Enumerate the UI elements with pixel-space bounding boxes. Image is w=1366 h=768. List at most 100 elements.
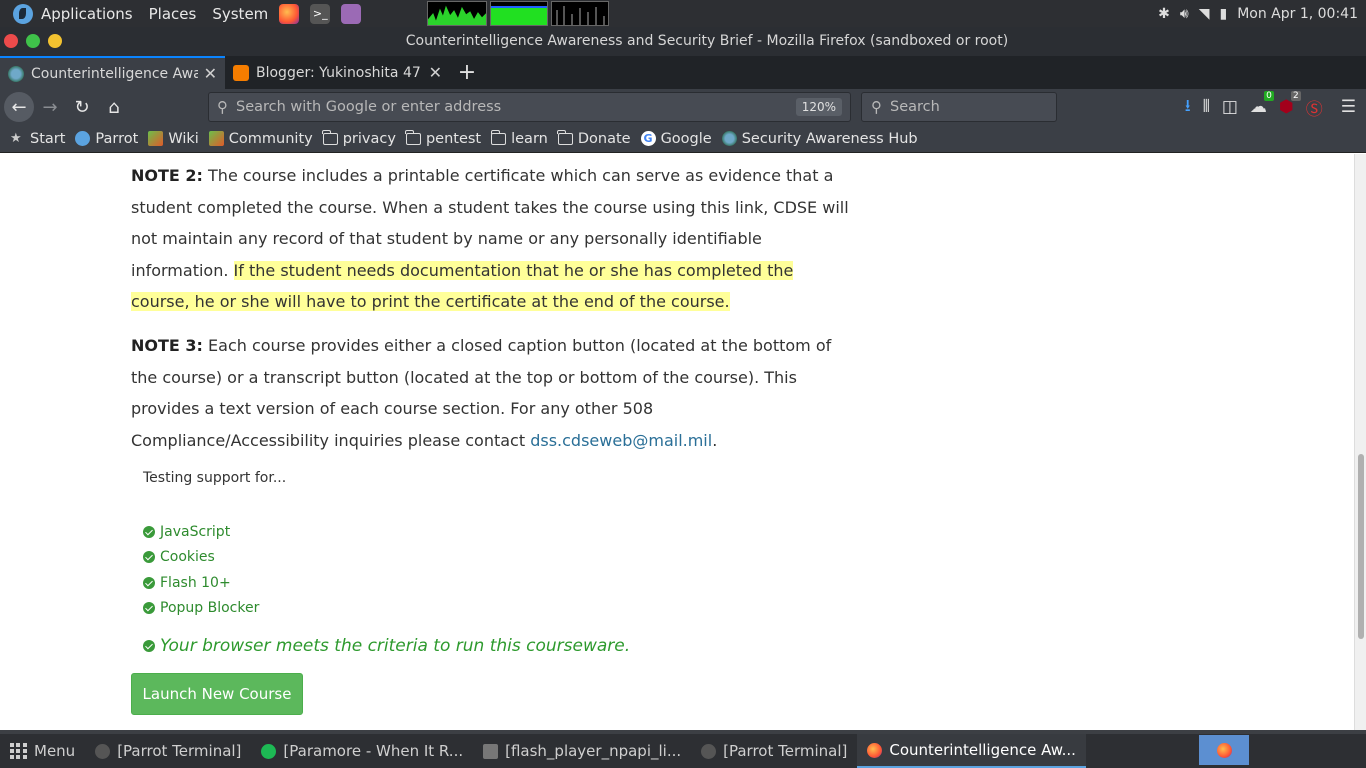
memory-graph-icon (490, 1, 548, 26)
menu-system[interactable]: System (212, 5, 268, 23)
menu-applications[interactable]: Applications (41, 5, 133, 23)
wiki-icon (148, 131, 164, 146)
check-item-flash: Flash 10+ (143, 570, 259, 596)
check-item-javascript: JavaScript (143, 519, 259, 545)
apps-grid-icon (10, 742, 27, 760)
close-tab-icon[interactable]: ✕ (429, 63, 442, 82)
bluetooth-icon[interactable]: ✱ (1158, 6, 1170, 22)
check-label: Flash 10+ (160, 574, 231, 591)
zoom-level[interactable]: 120% (795, 98, 842, 116)
https-everywhere-icon[interactable]: Ⓢ (1306, 95, 1323, 120)
clock[interactable]: Mon Apr 1, 00:41 (1237, 6, 1358, 22)
check-label: JavaScript (160, 523, 231, 540)
bookmark-label: Donate (577, 130, 631, 147)
email-link[interactable]: dss.cdseweb@mail.mil (530, 431, 712, 450)
firefox-launcher-icon[interactable] (279, 3, 300, 24)
star-icon: ★ (10, 131, 22, 146)
bookmarks-toolbar: ★ Start Parrot Wiki Community privacy pen… (0, 125, 1366, 153)
check-icon (143, 640, 155, 652)
task-spotify[interactable]: [Paramore - When It R... (251, 734, 473, 768)
bookmark-folder-pentest[interactable]: pentest (405, 129, 481, 147)
hamburger-menu-icon[interactable]: ☰ (1341, 97, 1356, 117)
check-icon (143, 576, 155, 589)
bookmark-label: Google (660, 130, 712, 147)
folder-icon (483, 743, 499, 759)
ublock-icon[interactable]: ⬢ 2 (1279, 91, 1301, 117)
note-3-label: NOTE 3: (131, 336, 203, 355)
task-label: [Parrot Terminal] (117, 742, 242, 760)
navigation-bar: ← → ↻ ⌂ ⚲ Search with Google or enter ad… (0, 89, 1366, 125)
top-panel: Applications Places System >_ ✱ 🔊︎ ◥ ▮ M… (0, 0, 1366, 27)
task-label: [Parrot Terminal] (723, 742, 848, 760)
testing-support-label: Testing support for... (143, 470, 287, 486)
tab-blogger[interactable]: Blogger: Yukinoshita 47 ✕ (225, 56, 450, 89)
check-icon (143, 525, 155, 538)
bookmark-label: Wiki (168, 130, 199, 147)
back-button[interactable]: ← (4, 92, 34, 122)
tab-label: Counterintelligence Awa (31, 65, 198, 82)
firefox-icon (1217, 743, 1232, 758)
task-firefox[interactable]: Counterintelligence Aw... (857, 734, 1086, 768)
url-placeholder: Search with Google or enter address (236, 99, 502, 115)
blogger-favicon-icon (233, 64, 249, 81)
page-scrollbar[interactable] (1354, 154, 1366, 730)
task-parrot-terminal-1[interactable]: [Parrot Terminal] (85, 734, 251, 768)
download-icon[interactable]: ⭳ (1185, 93, 1191, 122)
reload-button[interactable]: ↻ (66, 91, 98, 123)
text-editor-launcher-icon[interactable] (341, 3, 362, 24)
bookmark-label: Community (228, 130, 313, 147)
check-icon (143, 602, 155, 615)
note-3-text: Each course provides either a closed cap… (131, 336, 832, 450)
bookmark-label: Security Awareness Hub (741, 130, 918, 147)
task-flash-player-folder[interactable]: [flash_player_npapi_li... (473, 734, 691, 768)
criteria-text: Your browser meets the criteria to run t… (160, 636, 631, 656)
terminal-launcher-icon[interactable]: >_ (310, 3, 331, 24)
home-button[interactable]: ⌂ (98, 91, 130, 123)
main-menu-button[interactable]: Menu (0, 734, 85, 768)
search-placeholder: Search (890, 99, 940, 115)
sidebar-icon[interactable]: ◫ (1222, 97, 1238, 117)
bookmark-folder-privacy[interactable]: privacy (322, 129, 396, 147)
ghostery-icon[interactable]: ☁ 0 (1250, 91, 1274, 117)
close-tab-icon[interactable]: ✕ (204, 64, 217, 83)
forward-button[interactable]: → (34, 91, 66, 123)
community-icon (208, 131, 224, 146)
url-bar[interactable]: ⚲ Search with Google or enter address 12… (208, 92, 851, 122)
search-icon: ⚲ (217, 98, 228, 116)
parrot-logo-icon[interactable] (13, 3, 33, 24)
workspace-1[interactable] (1199, 735, 1249, 765)
launch-new-course-button[interactable]: Launch New Course (131, 673, 303, 715)
new-tab-button[interactable]: + (450, 56, 484, 89)
bookmark-google[interactable]: G Google (640, 130, 712, 147)
bookmark-label: Parrot (95, 130, 139, 147)
bookmark-start[interactable]: ★ Start (10, 131, 65, 147)
note-3: NOTE 3: Each course provides either a cl… (131, 330, 851, 456)
bookmark-label: learn (511, 130, 548, 147)
task-label: Counterintelligence Aw... (889, 741, 1076, 759)
note-2-label: NOTE 2: (131, 166, 203, 185)
check-item-cookies: Cookies (143, 545, 259, 571)
bookmark-folder-donate[interactable]: Donate (557, 129, 631, 147)
search-bar[interactable]: ⚲ Search (861, 92, 1057, 122)
task-parrot-terminal-2[interactable]: [Parrot Terminal] (691, 734, 857, 768)
folder-icon (557, 129, 573, 145)
bookmark-security-awareness-hub[interactable]: Security Awareness Hub (721, 130, 918, 147)
tab-counterintelligence[interactable]: Counterintelligence Awa ✕ (0, 56, 225, 89)
check-icon (143, 551, 155, 564)
window-titlebar: Counterintelligence Awareness and Securi… (0, 27, 1366, 56)
note-2: NOTE 2: The course includes a printable … (131, 160, 851, 318)
menu-label: Menu (34, 742, 76, 760)
scrollbar-thumb[interactable] (1358, 454, 1364, 639)
bookmark-wiki[interactable]: Wiki (148, 130, 199, 147)
library-icon[interactable]: ⫴ (1203, 97, 1210, 117)
bookmark-parrot[interactable]: Parrot (75, 131, 138, 147)
cpu-graph-icon (427, 1, 487, 26)
bookmark-community[interactable]: Community (208, 130, 313, 147)
volume-icon[interactable]: 🔊︎ (1180, 6, 1189, 22)
task-label: [flash_player_npapi_li... (505, 742, 682, 760)
bookmark-folder-learn[interactable]: learn (490, 129, 548, 147)
menu-places[interactable]: Places (149, 5, 197, 23)
wifi-icon[interactable]: ◥ (1199, 6, 1210, 22)
battery-icon[interactable]: ▮ (1219, 6, 1227, 22)
spotify-icon (261, 743, 277, 759)
